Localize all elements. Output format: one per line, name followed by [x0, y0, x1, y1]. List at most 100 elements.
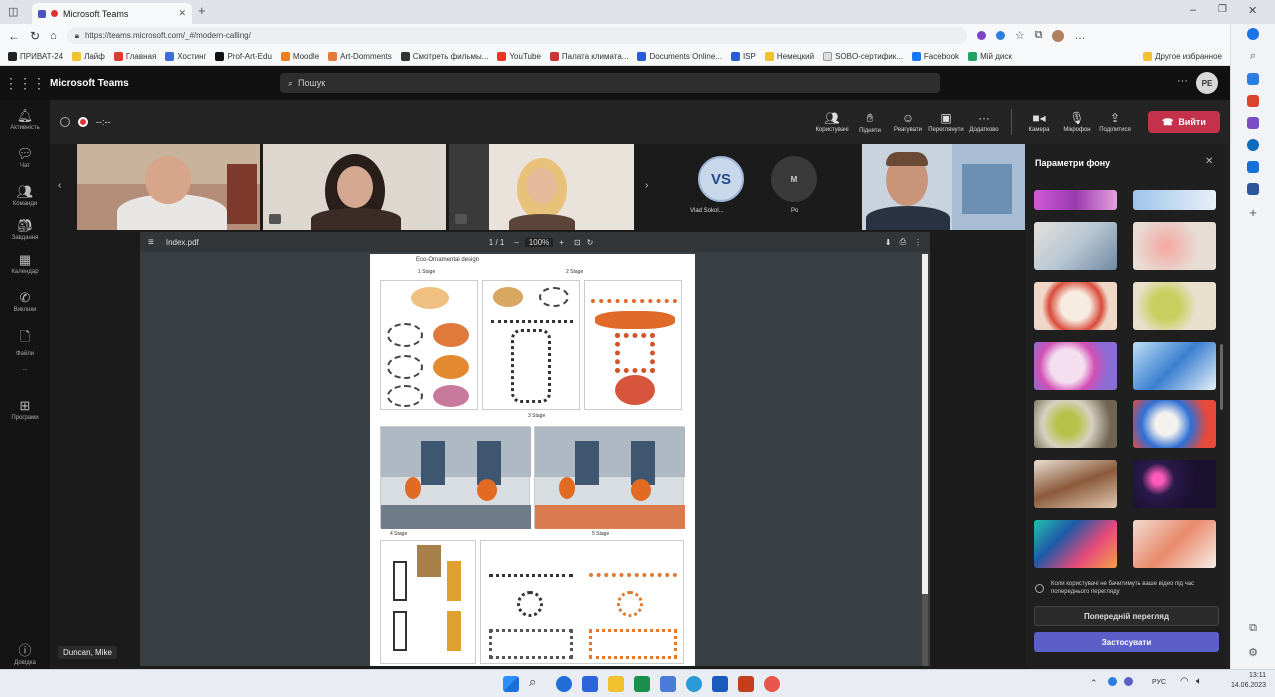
background-thumbnail[interactable]: [1133, 342, 1216, 390]
menu-icon[interactable]: ≡: [148, 237, 154, 248]
zoom-in-icon[interactable]: +: [559, 238, 564, 247]
background-thumbnail[interactable]: [1034, 520, 1117, 568]
apply-button[interactable]: Застосувати: [1034, 632, 1219, 652]
tray-icon[interactable]: [1124, 677, 1133, 686]
rail-assignments[interactable]: 🎒︎ Завдання: [0, 218, 50, 241]
bookmark[interactable]: Лайф: [72, 51, 105, 61]
rail-chat[interactable]: 💬︎ Чат: [0, 146, 50, 169]
zoom-level[interactable]: 100%: [524, 237, 554, 247]
word-icon[interactable]: [712, 676, 728, 692]
close-window-icon[interactable]: ✕: [1248, 4, 1257, 17]
language-indicator[interactable]: РУС: [1152, 679, 1166, 686]
address-bar[interactable]: 🔒︎ https://teams.microsoft.com/_#/modern…: [66, 27, 967, 44]
outlook-icon[interactable]: [1247, 161, 1259, 173]
favorites-icon[interactable]: ☆: [1015, 29, 1025, 42]
split-screen-icon[interactable]: ⧉: [1249, 622, 1257, 635]
extension-icon[interactable]: [995, 31, 1005, 40]
background-thumbnail[interactable]: [1034, 342, 1117, 390]
more-menu-icon[interactable]: …: [1074, 30, 1085, 42]
bing-icon[interactable]: [1247, 28, 1259, 40]
search-input[interactable]: ⌕ Пошук: [280, 73, 940, 93]
new-tab-icon[interactable]: +: [198, 3, 206, 18]
view-button[interactable]: ▣ Переглянути: [928, 111, 964, 133]
user-avatar[interactable]: РЕ: [1196, 72, 1218, 94]
bookmark[interactable]: Facebook: [911, 51, 959, 61]
panel-scrollbar[interactable]: [1220, 344, 1223, 410]
back-icon[interactable]: ←: [8, 29, 20, 43]
home-icon[interactable]: ⌂: [50, 30, 57, 42]
restore-icon[interactable]: ❐: [1218, 4, 1227, 15]
app-icon[interactable]: [764, 676, 780, 692]
pdf-scrollbar[interactable]: [922, 254, 928, 666]
background-thumbnail[interactable]: [1034, 282, 1117, 330]
browser-tab[interactable]: Microsoft Teams ✕: [32, 3, 192, 24]
participant-video[interactable]: [77, 144, 260, 230]
chevron-up-icon[interactable]: ⌃: [1090, 678, 1098, 689]
raise-hand-button[interactable]: ✋︎ Підняти: [853, 111, 887, 134]
background-thumbnail[interactable]: [1133, 460, 1216, 508]
tray-icon[interactable]: [1108, 677, 1117, 686]
bookmark[interactable]: Хостинг: [165, 51, 206, 61]
rail-calendar[interactable]: ▦ Календар: [0, 252, 50, 275]
bookmark[interactable]: Главная: [113, 51, 156, 61]
mic-button[interactable]: 🎙︎ Мікрофон: [1060, 111, 1094, 133]
minimize-icon[interactable]: –: [1190, 4, 1196, 16]
app-icon[interactable]: [660, 676, 676, 692]
react-button[interactable]: ☺ Реагувати: [891, 111, 925, 133]
other-favorites[interactable]: Другое избранное: [1143, 51, 1222, 61]
more-button[interactable]: ··· Додатково: [967, 111, 1001, 133]
background-thumbnail[interactable]: [1034, 190, 1117, 210]
collections-icon[interactable]: ⧉: [1035, 29, 1043, 42]
participants-button[interactable]: 👥︎ Користувачі: [815, 111, 849, 133]
bookmark[interactable]: Art-Domments: [328, 51, 392, 61]
rail-files[interactable]: 🗋︎ Файли: [0, 328, 50, 357]
tools-icon[interactable]: [1247, 73, 1259, 85]
close-panel-icon[interactable]: ✕: [1205, 156, 1213, 167]
leave-button[interactable]: ☎ Вийти: [1148, 111, 1220, 133]
app-launcher-icon[interactable]: ⋮⋮⋮: [0, 75, 50, 92]
teams-taskbar-icon[interactable]: [582, 676, 598, 692]
bookmark[interactable]: Смотреть фильмы...: [400, 51, 488, 61]
bookmark[interactable]: Мій диск: [968, 51, 1012, 61]
print-icon[interactable]: ⎙: [900, 237, 906, 247]
office-icon[interactable]: [1247, 139, 1259, 151]
background-thumbnail[interactable]: [1133, 282, 1216, 330]
edge-icon[interactable]: [556, 676, 572, 692]
rail-apps[interactable]: ⊞ Програми: [0, 398, 50, 421]
background-thumbnail[interactable]: [1133, 190, 1216, 210]
chevron-left-icon[interactable]: ‹: [58, 180, 61, 191]
bookmark[interactable]: ПРИВАТ-24: [8, 51, 63, 61]
participant-avatar[interactable]: VS: [698, 156, 744, 202]
more-options-icon[interactable]: ···: [1177, 75, 1188, 87]
powerpoint-icon[interactable]: [738, 676, 754, 692]
rail-teams[interactable]: 👥︎ Команди: [0, 184, 50, 207]
shopping-icon[interactable]: [1247, 95, 1259, 107]
bookmark[interactable]: Moodle: [280, 51, 319, 61]
background-thumbnail[interactable]: [1133, 400, 1216, 448]
clock-date[interactable]: 14.06.2023: [1218, 682, 1266, 689]
bookmark[interactable]: SOBO-сертифик...: [823, 51, 903, 61]
rail-help[interactable]: ⓘ Довідка: [0, 640, 50, 666]
search-icon[interactable]: ⌕: [529, 674, 536, 690]
bookmark[interactable]: Documents Online...: [637, 51, 722, 61]
rail-more[interactable]: ...: [0, 366, 50, 372]
tab-actions-icon[interactable]: ◫: [8, 5, 18, 18]
close-tab-icon[interactable]: ✕: [178, 8, 186, 19]
chevron-right-icon[interactable]: ›: [645, 180, 648, 191]
start-icon[interactable]: [503, 676, 519, 692]
background-thumbnail[interactable]: [1034, 400, 1117, 448]
download-icon[interactable]: ⬇: [885, 238, 892, 247]
volume-icon[interactable]: 🔈︎: [1196, 676, 1202, 687]
games-icon[interactable]: [1247, 117, 1259, 129]
add-icon[interactable]: +: [1249, 205, 1257, 220]
rail-calls[interactable]: ✆ Виклики: [0, 290, 50, 313]
participant-video[interactable]: [263, 144, 446, 230]
app-icon[interactable]: [634, 676, 650, 692]
word-icon[interactable]: [1247, 183, 1259, 195]
share-button[interactable]: ⇪ Поділитися: [1098, 111, 1132, 133]
background-thumbnail[interactable]: [1034, 460, 1117, 508]
file-explorer-icon[interactable]: [608, 676, 624, 692]
app-icon[interactable]: [686, 676, 702, 692]
clock-time[interactable]: 13:11: [1218, 672, 1266, 679]
background-thumbnail[interactable]: [1133, 222, 1216, 270]
